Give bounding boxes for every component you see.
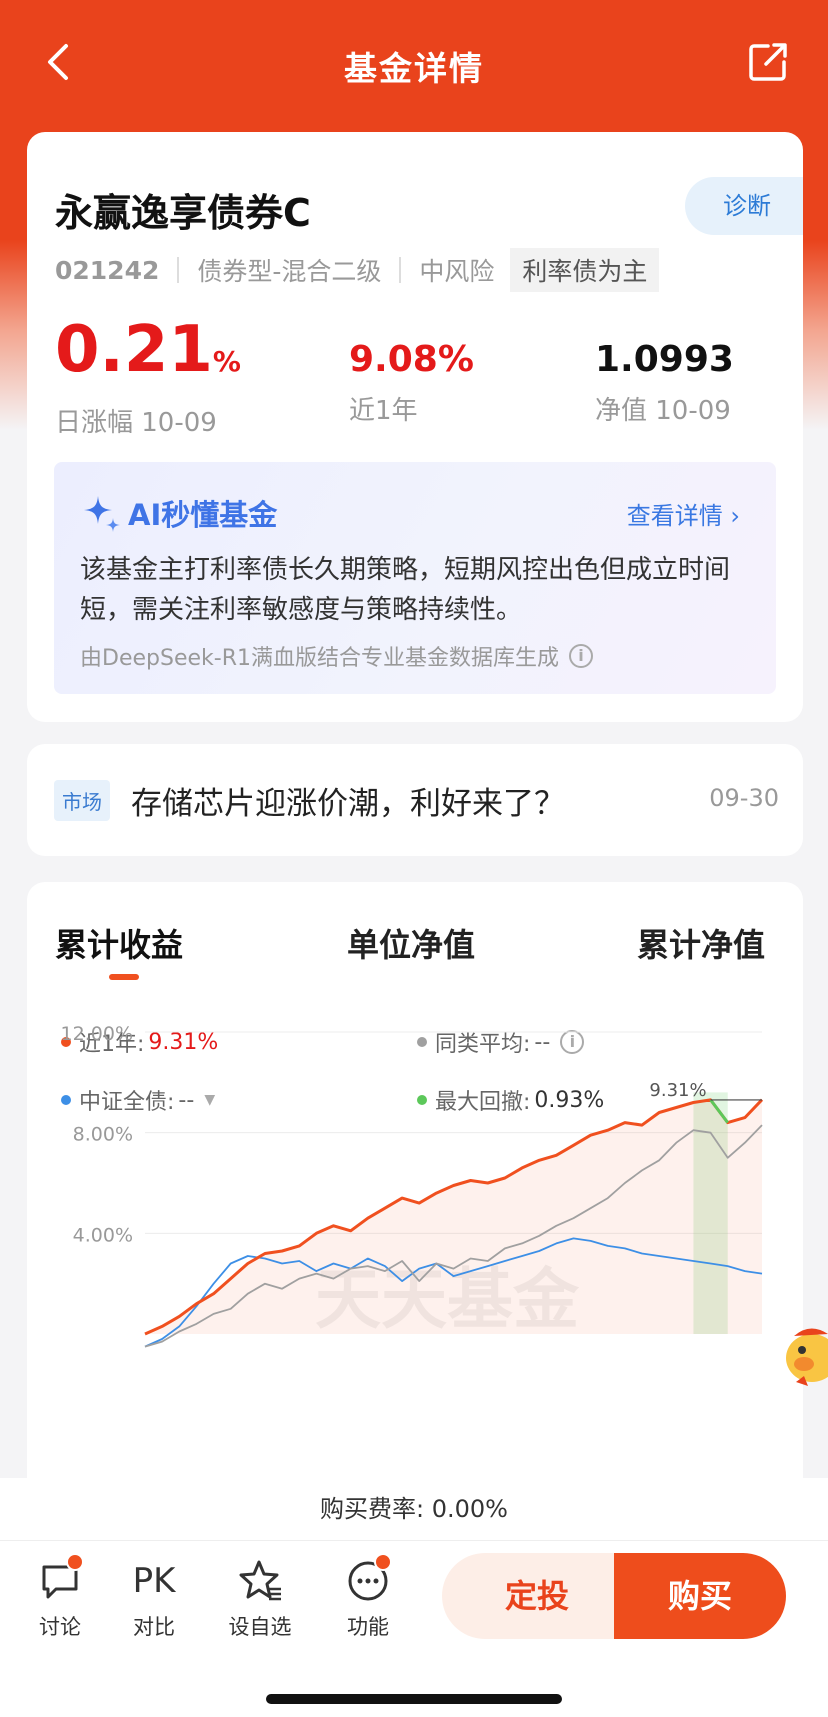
performance-card: 累计收益 单位净值 累计净值 近1年: 9.31% 同类平均: -- i 中证全… — [27, 882, 803, 1582]
buy-button[interactable]: 购买 — [614, 1553, 786, 1639]
ai-source-text: 由DeepSeek-R1满血版结合专业基金数据库生成 — [80, 646, 559, 671]
function-button[interactable]: 功能 — [328, 1553, 408, 1641]
daily-change-unit: % — [212, 345, 241, 378]
return-chart[interactable]: 12.00%8.00%4.00%天天基金9.31% — [27, 1022, 803, 1362]
active-tab-indicator — [109, 974, 139, 980]
daily-change-label: 日涨幅 10-09 — [55, 408, 217, 438]
bottom-action-bar: 讨论 PK 对比 设自选 功能 定投 购买 — [0, 1540, 828, 1648]
year-return-stat: 9.08% 近1年 — [349, 332, 474, 427]
discuss-icon-wrap — [20, 1553, 100, 1603]
notification-badge — [374, 1553, 392, 1571]
home-indicator[interactable] — [266, 1694, 562, 1704]
nav-stat: 1.0993 净值 10-09 — [595, 332, 734, 427]
discuss-button[interactable]: 讨论 — [20, 1553, 100, 1641]
function-label: 功能 — [347, 1615, 389, 1639]
info-icon[interactable]: i — [568, 644, 593, 668]
y-tick-label: 4.00% — [73, 1224, 133, 1246]
chevron-right-icon: › — [730, 502, 740, 530]
fund-info-card: 永赢逸享债券C 诊断 021242 债券型-混合二级 中风险 利率债为主 0.2… — [27, 132, 803, 722]
compare-button[interactable]: PK 对比 — [114, 1559, 194, 1641]
daily-change-value: 0.21 — [55, 313, 213, 387]
top-bar: 基金详情 — [0, 0, 828, 130]
purchase-fee: 购买费率: 0.00% — [0, 1478, 828, 1540]
home-indicator-area — [0, 1648, 828, 1717]
fund-tag: 利率债为主 — [510, 248, 660, 292]
divider — [399, 257, 402, 283]
year-return-label: 近1年 — [349, 396, 418, 426]
ai-title-text: AI秒懂基金 — [128, 498, 278, 532]
news-headline: 存储芯片迎涨价潮，利好来了？ — [131, 786, 565, 822]
series-area — [145, 1099, 762, 1334]
share-icon[interactable] — [746, 40, 790, 84]
y-tick-label: 8.00% — [73, 1124, 133, 1146]
watchlist-label: 设自选 — [228, 1615, 292, 1639]
nav-value: 1.0993 — [595, 339, 734, 380]
diagnose-button[interactable]: 诊断 — [685, 177, 803, 235]
fund-type: 债券型-混合二级 — [197, 257, 382, 286]
year-return-value: 9.08% — [349, 339, 474, 380]
compare-label: 对比 — [133, 1615, 175, 1639]
news-tag: 市场 — [54, 780, 110, 821]
tab-cumulative-return[interactable]: 累计收益 — [55, 920, 183, 966]
divider — [177, 257, 180, 283]
discuss-label: 讨论 — [39, 1615, 81, 1639]
tab-unit-nav[interactable]: 单位净值 — [347, 920, 475, 966]
function-icon-wrap — [328, 1553, 408, 1603]
ai-more-label: 查看详情 — [626, 502, 723, 530]
fund-risk: 中风险 — [419, 257, 495, 286]
news-date: 09-30 — [709, 784, 779, 812]
ai-summary-box[interactable]: AI秒懂基金 查看详情 › 该基金主打利率债长久期策略，短期风控出色但成立时间短… — [54, 462, 776, 694]
watchlist-icon-wrap — [220, 1559, 300, 1603]
notification-badge — [66, 1553, 84, 1571]
auto-invest-button[interactable]: 定投 — [442, 1553, 632, 1639]
fund-meta: 021242 债券型-混合二级 中风险 利率债为主 — [55, 248, 660, 292]
tab-cumulative-nav[interactable]: 累计净值 — [637, 920, 765, 966]
daily-change-stat: 0.21% 日涨幅 10-09 — [55, 312, 241, 439]
fund-code: 021242 — [55, 255, 160, 285]
page-title: 基金详情 — [344, 49, 484, 88]
nav-label: 净值 10-09 — [595, 396, 731, 426]
ai-source: 由DeepSeek-R1满血版结合专业基金数据库生成 i — [80, 640, 593, 672]
peak-label: 9.31% — [649, 1080, 706, 1101]
y-tick-label: 12.00% — [61, 1023, 133, 1045]
add-watchlist-button[interactable]: 设自选 — [220, 1559, 300, 1641]
sparkle-icon — [84, 496, 120, 532]
news-card[interactable]: 市场 存储芯片迎涨价潮，利好来了？ 09-30 — [27, 744, 803, 856]
star-icon — [239, 1560, 281, 1601]
pk-icon: PK — [132, 1561, 176, 1601]
mascot-icon[interactable] — [782, 1320, 828, 1390]
ai-summary-text: 该基金主打利率债长久期策略，短期风控出色但成立时间短，需关注利率敏感度与策略持续… — [80, 555, 731, 625]
fund-name: 永赢逸享债券C — [55, 191, 311, 235]
ai-title: AI秒懂基金 — [80, 492, 277, 534]
ai-more-link[interactable]: 查看详情 › — [627, 496, 740, 531]
